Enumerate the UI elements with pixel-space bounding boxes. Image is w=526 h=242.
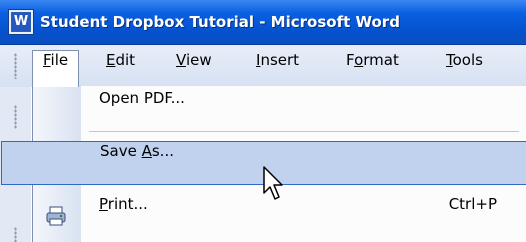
toolbar-grip-upper[interactable] — [14, 105, 17, 129]
menu-item-open-pdf[interactable]: Open PDF... — [33, 89, 526, 133]
menu-view[interactable]: View — [166, 51, 222, 81]
word-app-icon[interactable]: W — [8, 9, 34, 35]
menu-format[interactable]: Format — [336, 51, 409, 81]
open-pdf-label: Open PDF... — [99, 89, 185, 107]
menu-tools[interactable]: Tools — [436, 51, 493, 81]
menu-separator — [89, 131, 519, 132]
menu-edit[interactable]: Edit — [96, 51, 145, 81]
word-window: W Student Dropbox Tutorial - Microsoft W… — [0, 0, 526, 242]
printer-icon — [46, 206, 66, 226]
arrow-cursor-icon — [263, 166, 283, 200]
toolbar-grip[interactable] — [14, 53, 17, 79]
toolbar-grip-lower[interactable] — [14, 227, 17, 242]
word-logo-letter: W — [12, 13, 30, 31]
title-bar: W Student Dropbox Tutorial - Microsoft W… — [0, 0, 526, 45]
file-menu-dropdown: Open PDF... Save As... Print... Ctrl+P — [1, 86, 526, 242]
print-label: Print... — [99, 195, 148, 213]
window-title: Student Dropbox Tutorial - Microsoft Wor… — [40, 13, 400, 31]
menu-insert[interactable]: Insert — [246, 51, 309, 81]
print-shortcut: Ctrl+P — [448, 195, 497, 213]
save-as-label: Save As... — [100, 142, 174, 160]
menu-file[interactable]: File — [32, 50, 80, 87]
